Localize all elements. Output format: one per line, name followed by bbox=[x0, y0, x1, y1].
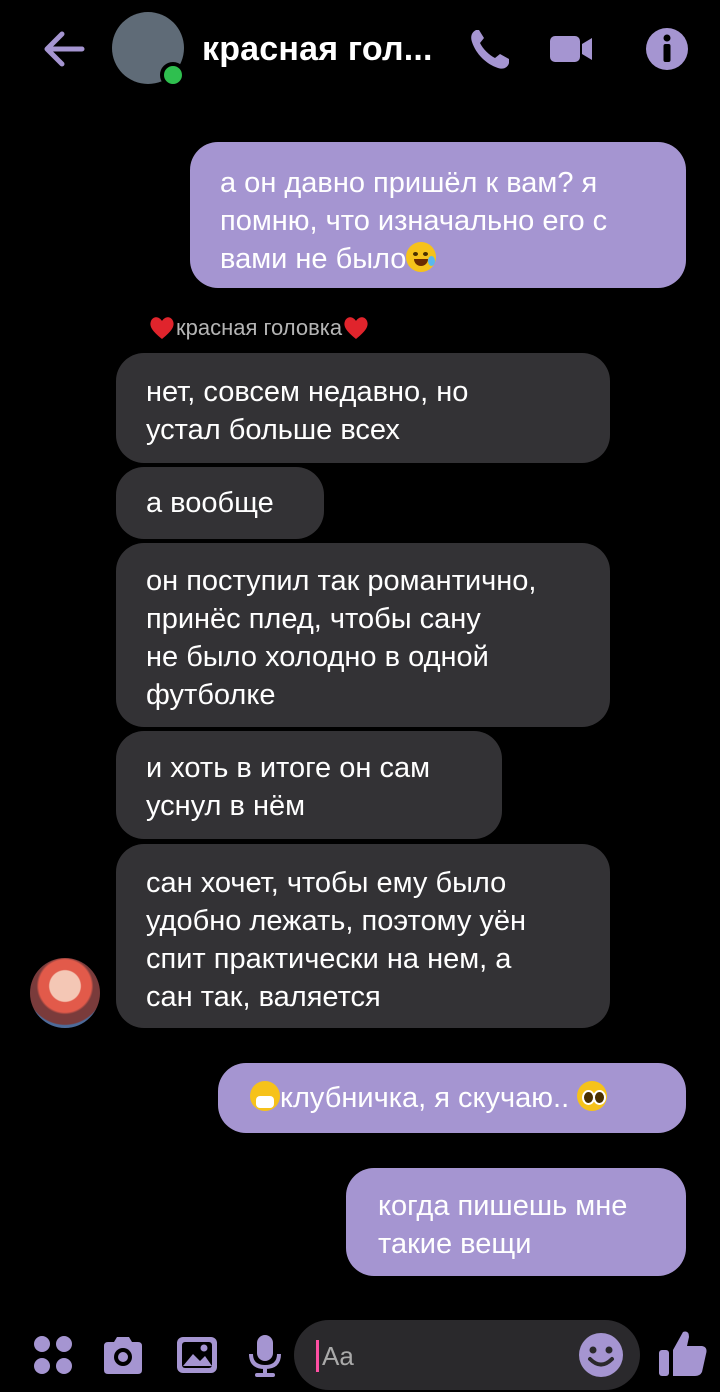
online-status-dot bbox=[160, 62, 186, 88]
message-line: нет, совсем недавно, но bbox=[146, 376, 469, 408]
rolling-on-floor-laughing-emoji bbox=[406, 242, 437, 272]
message-line: такие вещи bbox=[378, 1228, 532, 1260]
pleading-face-emoji bbox=[577, 1081, 608, 1111]
message-line: а он давно пришёл к вам? я bbox=[220, 167, 598, 199]
incoming-message[interactable]: он поступил так романтично, принёс плед,… bbox=[116, 543, 610, 727]
emoji-icon[interactable] bbox=[576, 1330, 626, 1380]
message-line: сан так, валяется bbox=[146, 981, 381, 1013]
message-line: уснул в нём bbox=[146, 790, 306, 822]
message-line: вами не было bbox=[220, 243, 407, 275]
red-heart-icon bbox=[150, 317, 174, 339]
message-line: он поступил так романтично, bbox=[146, 565, 537, 597]
outgoing-message[interactable]: а он давно пришёл к вам? я помню, что из… bbox=[190, 142, 686, 288]
outgoing-message[interactable]: когда пишешь мне такие вещи bbox=[346, 1168, 686, 1276]
message-line: устал больше всех bbox=[146, 414, 400, 446]
info-icon[interactable] bbox=[642, 24, 692, 74]
red-heart-icon bbox=[344, 317, 368, 339]
contact-avatar[interactable] bbox=[112, 12, 188, 88]
image-icon[interactable] bbox=[172, 1330, 222, 1380]
phone-icon[interactable] bbox=[464, 24, 514, 74]
incoming-message[interactable]: и хоть в итоге он сам уснул в нём bbox=[116, 731, 502, 839]
message-line: принёс плед, чтобы сану bbox=[146, 603, 481, 635]
sneezing-face-emoji bbox=[250, 1081, 280, 1111]
chat-title[interactable]: красная гол... bbox=[202, 30, 433, 69]
sender-avatar[interactable] bbox=[30, 958, 100, 1028]
microphone-icon[interactable] bbox=[240, 1330, 290, 1380]
incoming-message[interactable]: сан хочет, чтобы ему было удобно лежать,… bbox=[116, 844, 610, 1028]
arrow-left-icon[interactable] bbox=[38, 24, 88, 74]
incoming-message[interactable]: а вообще bbox=[116, 467, 324, 539]
message-line: сан хочет, чтобы ему было bbox=[146, 867, 507, 899]
incoming-message[interactable]: нет, совсем недавно, но устал больше все… bbox=[116, 353, 610, 463]
chat-header: красная гол... bbox=[0, 0, 720, 100]
composer-bar bbox=[0, 1316, 720, 1392]
message-line: а вообще bbox=[146, 487, 274, 519]
message-text: клубничка, я скучаю.. bbox=[280, 1082, 570, 1114]
camera-icon[interactable] bbox=[98, 1330, 148, 1380]
message-input-box[interactable] bbox=[294, 1320, 640, 1390]
outgoing-message[interactable]: клубничка, я скучаю.. bbox=[218, 1063, 686, 1133]
message-line: спит практически на нем, а bbox=[146, 943, 512, 975]
video-camera-icon[interactable] bbox=[546, 24, 596, 74]
apps-icon[interactable] bbox=[28, 1330, 78, 1380]
message-line: футболке bbox=[146, 679, 276, 711]
message-line: когда пишешь мне bbox=[378, 1190, 628, 1222]
sender-label: красная головка bbox=[148, 315, 370, 341]
thumbs-up-icon[interactable] bbox=[656, 1326, 710, 1380]
message-line: помню, что изначально его с bbox=[220, 205, 608, 237]
message-line: и хоть в итоге он сам bbox=[146, 752, 431, 784]
message-input[interactable] bbox=[322, 1334, 562, 1378]
message-line: удобно лежать, поэтому уён bbox=[146, 905, 527, 937]
sender-name: красная головка bbox=[176, 315, 343, 340]
message-line: не было холодно в одной bbox=[146, 641, 489, 673]
text-cursor bbox=[316, 1340, 319, 1372]
